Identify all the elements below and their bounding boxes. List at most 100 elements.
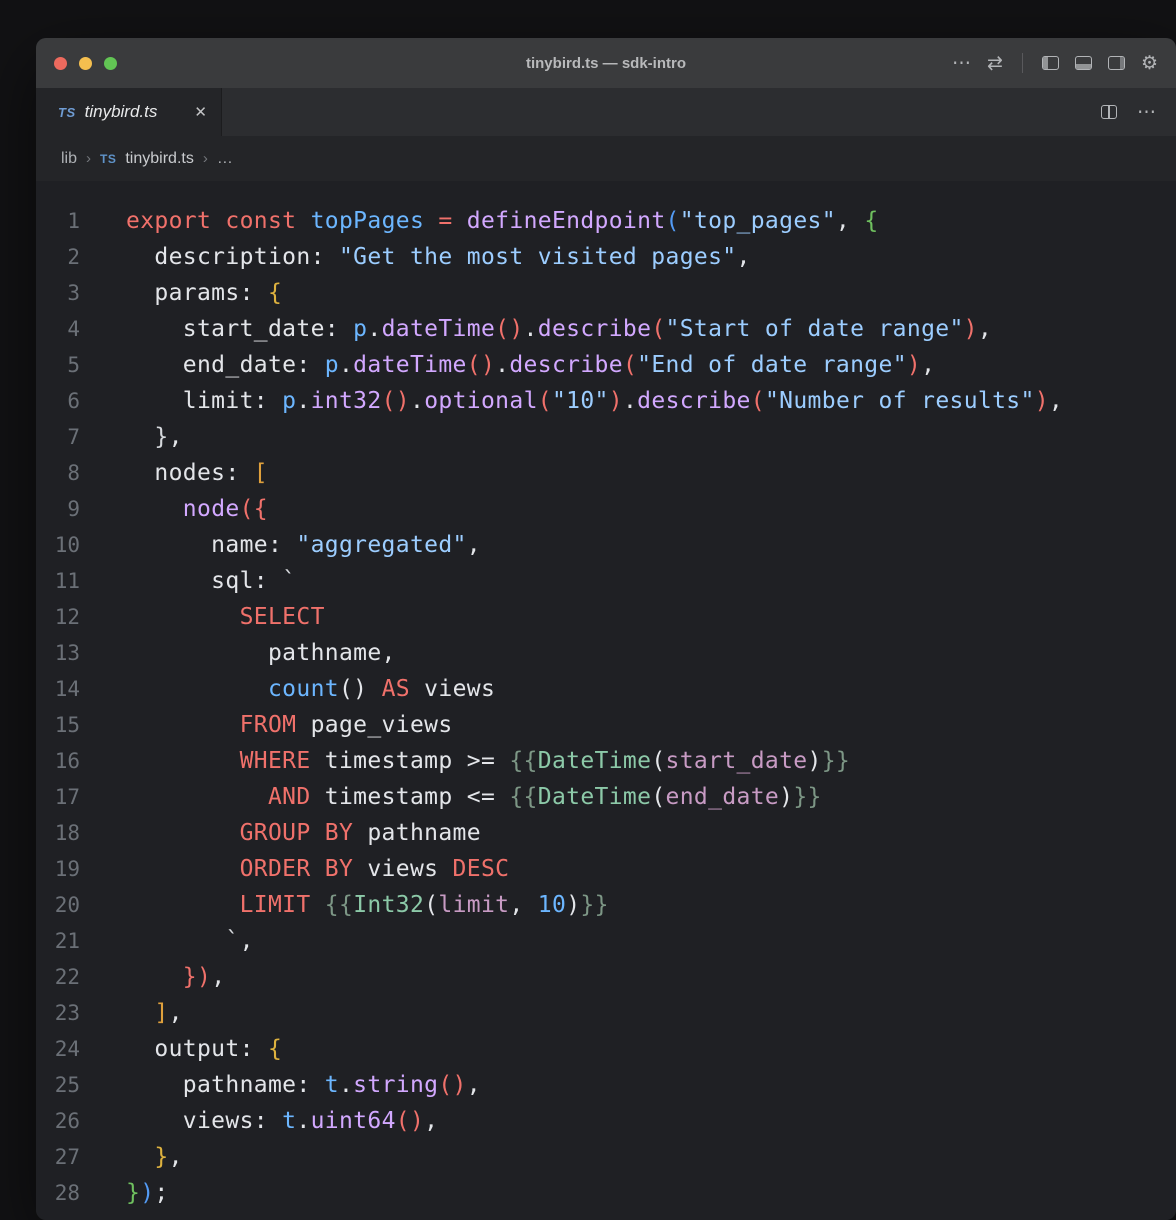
- line-number[interactable]: 13: [36, 635, 80, 671]
- line-number[interactable]: 21: [36, 923, 80, 959]
- code-text: end_date: p.dateTime().describe("End of …: [126, 347, 935, 383]
- tab-bar: TS tinybird.ts ✕ ⋯: [36, 88, 1176, 136]
- code-line[interactable]: 21 `,: [36, 923, 1176, 959]
- code-text: },: [126, 419, 183, 455]
- code-text: ORDER BY views DESC: [126, 851, 509, 887]
- line-number[interactable]: 4: [36, 311, 80, 347]
- code-text: node({: [126, 491, 268, 527]
- code-line[interactable]: 12 SELECT: [36, 599, 1176, 635]
- line-number[interactable]: 23: [36, 995, 80, 1031]
- sync-arrows-icon[interactable]: ⇄: [987, 54, 1003, 73]
- code-line[interactable]: 11 sql: `: [36, 563, 1176, 599]
- code-line[interactable]: 8 nodes: [: [36, 455, 1176, 491]
- line-number[interactable]: 1: [36, 203, 80, 239]
- code-line[interactable]: 23 ],: [36, 995, 1176, 1031]
- code-text: pathname,: [126, 635, 396, 671]
- line-number[interactable]: 17: [36, 779, 80, 815]
- line-number[interactable]: 15: [36, 707, 80, 743]
- code-text: WHERE timestamp >= {{DateTime(start_date…: [126, 743, 850, 779]
- code-text: views: t.uint64(),: [126, 1103, 438, 1139]
- code-line[interactable]: 1 export const topPages = defineEndpoint(…: [36, 203, 1176, 239]
- line-number[interactable]: 22: [36, 959, 80, 995]
- code-line[interactable]: 28});: [36, 1175, 1176, 1211]
- zoom-window-button[interactable]: [104, 57, 117, 70]
- breadcrumb-symbol-ellipsis[interactable]: …: [217, 150, 233, 168]
- code-editor[interactable]: 1 export const topPages = defineEndpoint(…: [36, 181, 1176, 1220]
- line-number[interactable]: 5: [36, 347, 80, 383]
- code-line[interactable]: 26 views: t.uint64(),: [36, 1103, 1176, 1139]
- app-window: tinybird.ts — sdk-intro ⋯ ⇄ ⚙ TS tinybir…: [36, 38, 1176, 1220]
- more-actions-icon[interactable]: ⋯: [952, 54, 971, 73]
- chevron-right-icon: ›: [86, 150, 91, 167]
- code-line[interactable]: 16 WHERE timestamp >= {{DateTime(start_d…: [36, 743, 1176, 779]
- line-number[interactable]: 25: [36, 1067, 80, 1103]
- code-lines: 1 export const topPages = defineEndpoint(…: [36, 203, 1176, 1211]
- code-line[interactable]: 6 limit: p.int32().optional("10").descri…: [36, 383, 1176, 419]
- minimize-window-button[interactable]: [79, 57, 92, 70]
- code-line[interactable]: 22 }),: [36, 959, 1176, 995]
- line-number[interactable]: 3: [36, 275, 80, 311]
- breadcrumb-file[interactable]: tinybird.ts: [125, 150, 193, 168]
- line-number[interactable]: 9: [36, 491, 80, 527]
- code-text: nodes: [: [126, 455, 268, 491]
- titlebar-actions: ⋯ ⇄ ⚙: [952, 53, 1158, 73]
- code-line[interactable]: 15 FROM page_views: [36, 707, 1176, 743]
- code-text: });: [126, 1175, 169, 1211]
- code-text: output: {: [126, 1031, 282, 1067]
- breadcrumb-folder[interactable]: lib: [61, 150, 77, 168]
- line-number[interactable]: 6: [36, 383, 80, 419]
- code-line[interactable]: 20 LIMIT {{Int32(limit, 10)}}: [36, 887, 1176, 923]
- code-line[interactable]: 5 end_date: p.dateTime().describe("End o…: [36, 347, 1176, 383]
- code-line[interactable]: 7 },: [36, 419, 1176, 455]
- line-number[interactable]: 12: [36, 599, 80, 635]
- code-text: pathname: t.string(),: [126, 1067, 481, 1103]
- line-number[interactable]: 8: [36, 455, 80, 491]
- code-text: limit: p.int32().optional("10").describe…: [126, 383, 1063, 419]
- line-number[interactable]: 16: [36, 743, 80, 779]
- code-text: FROM page_views: [126, 707, 453, 743]
- code-line[interactable]: 13 pathname,: [36, 635, 1176, 671]
- line-number[interactable]: 24: [36, 1031, 80, 1067]
- code-line[interactable]: 9 node({: [36, 491, 1176, 527]
- line-number[interactable]: 26: [36, 1103, 80, 1139]
- toggle-right-sidebar-icon[interactable]: [1108, 56, 1125, 70]
- code-text: description: "Get the most visited pages…: [126, 239, 751, 275]
- code-line[interactable]: 10 name: "aggregated",: [36, 527, 1176, 563]
- code-text: export const topPages = defineEndpoint("…: [126, 203, 879, 239]
- code-text: }),: [126, 959, 225, 995]
- code-line[interactable]: 14 count() AS views: [36, 671, 1176, 707]
- code-line[interactable]: 18 GROUP BY pathname: [36, 815, 1176, 851]
- tab-tinybird-ts[interactable]: TS tinybird.ts ✕: [36, 88, 222, 136]
- line-number[interactable]: 19: [36, 851, 80, 887]
- line-number[interactable]: 2: [36, 239, 80, 275]
- code-text: },: [126, 1139, 183, 1175]
- toggle-bottom-panel-icon[interactable]: [1075, 56, 1092, 70]
- code-line[interactable]: 3 params: {: [36, 275, 1176, 311]
- line-number[interactable]: 11: [36, 563, 80, 599]
- line-number[interactable]: 14: [36, 671, 80, 707]
- code-line[interactable]: 25 pathname: t.string(),: [36, 1067, 1176, 1103]
- code-text: ],: [126, 995, 183, 1031]
- code-text: start_date: p.dateTime().describe("Start…: [126, 311, 992, 347]
- editor-actions: ⋯: [1101, 88, 1176, 136]
- line-number[interactable]: 7: [36, 419, 80, 455]
- code-line[interactable]: 19 ORDER BY views DESC: [36, 851, 1176, 887]
- line-number[interactable]: 20: [36, 887, 80, 923]
- code-line[interactable]: 17 AND timestamp <= {{DateTime(end_date)…: [36, 779, 1176, 815]
- close-tab-icon[interactable]: ✕: [192, 101, 209, 123]
- line-number[interactable]: 27: [36, 1139, 80, 1175]
- editor-more-actions-icon[interactable]: ⋯: [1137, 103, 1156, 122]
- tab-label: tinybird.ts: [85, 102, 184, 122]
- close-window-button[interactable]: [54, 57, 67, 70]
- code-line[interactable]: 24 output: {: [36, 1031, 1176, 1067]
- code-line[interactable]: 27 },: [36, 1139, 1176, 1175]
- typescript-file-icon: TS: [58, 105, 76, 120]
- code-line[interactable]: 2 description: "Get the most visited pag…: [36, 239, 1176, 275]
- code-line[interactable]: 4 start_date: p.dateTime().describe("Sta…: [36, 311, 1176, 347]
- line-number[interactable]: 28: [36, 1175, 80, 1211]
- split-editor-icon[interactable]: [1101, 105, 1117, 119]
- settings-gear-icon[interactable]: ⚙: [1141, 54, 1158, 73]
- line-number[interactable]: 10: [36, 527, 80, 563]
- line-number[interactable]: 18: [36, 815, 80, 851]
- toggle-left-sidebar-icon[interactable]: [1042, 56, 1059, 70]
